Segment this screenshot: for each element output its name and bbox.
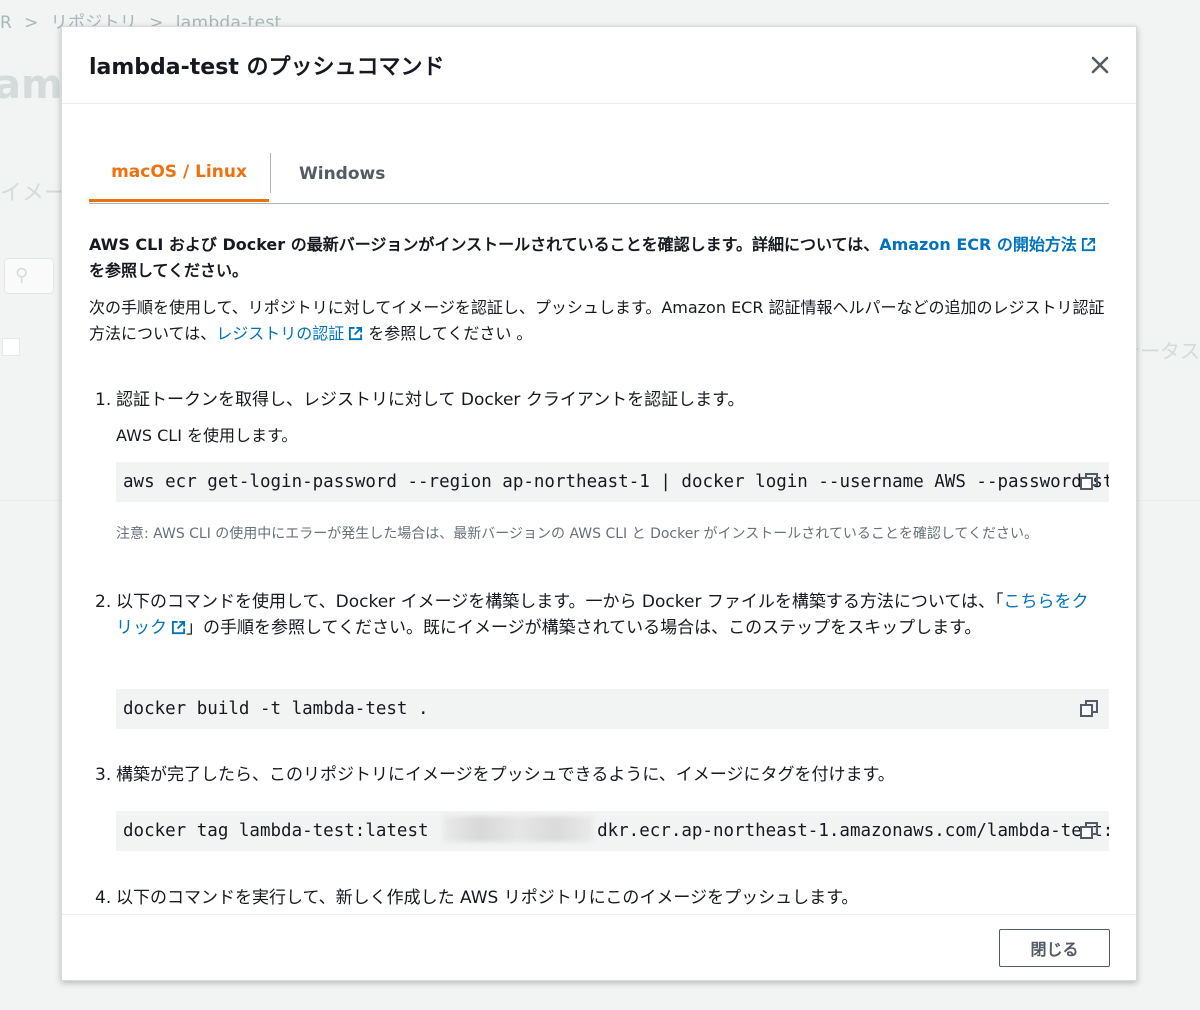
link-label: レジストリの認証 xyxy=(216,324,345,343)
select-all-checkbox[interactable] xyxy=(2,338,20,356)
modal-body: macOS / Linux Windows AWS CLI および Docker… xyxy=(89,105,1109,913)
ecr-getting-started-link[interactable]: Amazon ECR の開始方法 xyxy=(879,235,1096,254)
step-text: 認証トークンを取得し、レジストリに対して Docker クライアントを認証します… xyxy=(116,390,745,410)
step-2: 2. 以下のコマンドを使用して、Docker イメージを構築します。一から Do… xyxy=(95,589,1105,641)
step-3: 3. 構築が完了したら、このリポジトリにイメージをプッシュできるように、イメージ… xyxy=(95,762,1105,788)
step-text-after: 」の手順を参照してください。既にイメージが構築されている場合は、このステップをス… xyxy=(186,618,982,638)
external-link-icon xyxy=(171,620,186,635)
step-number: 1. xyxy=(95,390,112,410)
breadcrumb-item[interactable]: R xyxy=(0,13,12,33)
close-button[interactable] xyxy=(1084,49,1116,81)
link-label: Amazon ECR の開始方法 xyxy=(879,235,1077,254)
login-command[interactable]: aws ecr get-login-password --region ap-n… xyxy=(123,462,1109,502)
instructions-text: 次の手順を使用して、リポジトリに対してイメージを認証し、プッシュします。Amaz… xyxy=(89,295,1109,347)
modal-title: lambda-test のプッシュコマンド xyxy=(89,55,445,80)
intro-text-after: を参照してください。 xyxy=(89,261,249,280)
tab-macos-linux[interactable]: macOS / Linux xyxy=(89,145,269,202)
copy-icon[interactable] xyxy=(1079,699,1099,719)
tab-list: macOS / Linux Windows xyxy=(89,145,1109,204)
search-input[interactable]: ⚲ xyxy=(4,258,54,294)
modal-footer: 閉じる xyxy=(62,914,1136,980)
step-4: 4. 以下のコマンドを実行して、新しく作成した AWS リポジトリにこのイメージ… xyxy=(95,885,1105,911)
intro-text-before: AWS CLI および Docker の最新バージョンがインストールされているこ… xyxy=(89,235,880,254)
build-command[interactable]: docker build -t lambda-test . xyxy=(123,689,429,729)
tab-divider xyxy=(270,153,271,193)
step-text-before: 以下のコマンドを使用して、Docker イメージを構築します。一から Docke… xyxy=(116,592,1004,612)
push-commands-modal: lambda-test のプッシュコマンド macOS / Linux Wind… xyxy=(61,26,1137,981)
step-text: 以下のコマンドを使用して、Docker イメージを構築します。一から Docke… xyxy=(116,589,1105,641)
intro-text: AWS CLI および Docker の最新バージョンがインストールされているこ… xyxy=(89,232,1109,284)
copy-icon[interactable] xyxy=(1079,472,1099,492)
step-1-subtext: AWS CLI を使用します。 xyxy=(116,426,298,445)
tag-command-start: docker tag lambda-test:latest xyxy=(123,821,440,841)
modal-header: lambda-test のプッシュコマンド xyxy=(62,27,1136,104)
step-text: 構築が完了したら、このリポジトリにイメージをプッシュできるように、イメージにタグ… xyxy=(116,765,895,785)
login-command-box: aws ecr get-login-password --region ap-n… xyxy=(116,462,1109,502)
step-text: 以下のコマンドを実行して、新しく作成した AWS リポジトリにこのイメージをプッ… xyxy=(116,888,859,908)
step-number: 3. xyxy=(95,765,112,785)
registry-auth-link[interactable]: レジストリの認証 xyxy=(216,324,363,343)
copy-icon[interactable] xyxy=(1079,821,1099,841)
build-command-box: docker build -t lambda-test . xyxy=(116,689,1109,729)
tag-command[interactable]: docker tag lambda-test:latest dkr.ecr.ap… xyxy=(123,811,1109,851)
tab-windows[interactable]: Windows xyxy=(299,145,385,202)
external-link-icon xyxy=(349,326,363,341)
close-icon xyxy=(1091,56,1109,74)
close-dialog-button[interactable]: 閉じる xyxy=(999,929,1110,967)
section-heading: イメー xyxy=(0,181,67,206)
external-link-icon xyxy=(1081,237,1095,252)
step-number: 4. xyxy=(95,888,112,908)
step-1-note: 注意: AWS CLI の使用中にエラーが発生した場合は、最新バージョンの AW… xyxy=(116,526,1039,542)
redacted-account-id xyxy=(443,816,594,842)
step-1: 1. 認証トークンを取得し、レジストリに対して Docker クライアントを認証… xyxy=(95,387,1105,413)
para-text-after: を参照してください 。 xyxy=(363,324,533,343)
tag-command-end: dkr.ecr.ap-northeast-1.amazonaws.com/lam… xyxy=(597,821,1109,841)
step-number: 2. xyxy=(95,592,112,612)
tag-command-box: docker tag lambda-test:latest dkr.ecr.ap… xyxy=(116,811,1109,851)
search-icon: ⚲ xyxy=(15,265,29,286)
